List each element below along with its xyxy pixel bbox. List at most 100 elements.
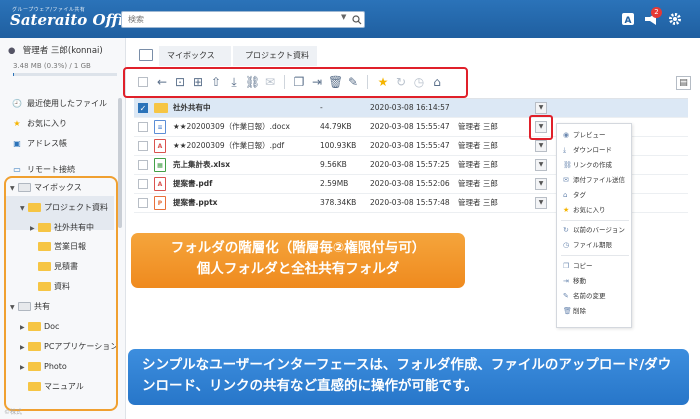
file-date: 2020-03-08 15:52:06 xyxy=(370,179,450,188)
file-name[interactable]: 提案書.pptx xyxy=(173,194,218,212)
user-icon: ● xyxy=(8,46,16,56)
file-name[interactable]: 提案書.pdf xyxy=(173,175,212,193)
powerpoint-file-icon: P xyxy=(154,196,166,210)
new-folder-icon[interactable]: ⊡ xyxy=(173,74,187,90)
row-menu-button[interactable]: ▼ xyxy=(535,197,547,209)
select-all-checkbox[interactable] xyxy=(138,77,148,87)
menu-item-preview[interactable]: ◉ プレビュー xyxy=(563,129,606,141)
contacts-icon[interactable]: A xyxy=(620,12,636,28)
row-menu-button[interactable]: ▼ xyxy=(535,159,547,171)
folder-hierarchy-callout: フォルダの階層化（階層毎②権限付与可） 個人フォルダと全社共有フォルダ xyxy=(131,233,465,288)
callout-text: シンプルなユーザーインターフェースは、フォルダ作成、ファイルのアップロード/ダウ… xyxy=(142,357,672,394)
file-size: 9.56KB xyxy=(320,160,347,169)
breadcrumb-item[interactable]: マイボックス xyxy=(159,46,231,66)
file-name[interactable]: ★★20200309（作業日報）.docx xyxy=(173,118,290,136)
search-dropdown-icon[interactable]: ▼ xyxy=(341,13,346,21)
tag-icon[interactable]: ⌂ xyxy=(430,74,444,90)
menu-item-expiry[interactable]: ◷ ファイル期限 xyxy=(563,239,612,251)
menu-item-label: プレビュー xyxy=(573,131,606,139)
file-date: 2020-03-08 15:57:48 xyxy=(370,198,450,207)
folder-icon xyxy=(154,103,168,113)
menu-item-move[interactable]: ⇥ 移動 xyxy=(563,275,586,287)
notification-badge: 2 xyxy=(651,7,662,18)
table-row[interactable]: ✓ 社外共有中 - 2020-03-08 16:14:57 ▼ xyxy=(134,99,688,118)
file-name[interactable]: ★★20200309（作業日報）.pdf xyxy=(173,137,284,155)
menu-item-label: コピー xyxy=(573,262,593,270)
file-name[interactable]: 売上集計表.xlsx xyxy=(173,156,230,174)
menu-button-highlight xyxy=(529,115,553,140)
toolbar-divider xyxy=(284,75,285,89)
file-name[interactable]: 社外共有中 xyxy=(173,99,211,117)
clock-icon: ◷ xyxy=(563,241,570,249)
star-icon[interactable]: ★ xyxy=(376,74,390,90)
star-icon: ★ xyxy=(13,119,21,128)
menu-item-download[interactable]: ⤓ ダウンロード xyxy=(563,144,612,156)
copy-icon: ❐ xyxy=(563,262,570,270)
callout-line-2: 個人フォルダと全社共有フォルダ xyxy=(196,261,400,277)
sidebar-item-label: 最近使用したファイル xyxy=(27,99,107,108)
menu-item-copy[interactable]: ❐ コピー xyxy=(563,260,593,272)
row-menu-button[interactable]: ▼ xyxy=(535,102,547,114)
menu-item-rename[interactable]: ✎ 名前の変更 xyxy=(563,290,606,302)
back-arrow-icon[interactable]: ← xyxy=(155,74,169,90)
file-size: - xyxy=(320,103,323,112)
footer-copyright: ©株式 xyxy=(4,409,23,416)
menu-item-tag[interactable]: ⌂ タグ xyxy=(563,189,586,201)
menu-item-favorite[interactable]: ★ お気に入り xyxy=(563,204,606,216)
view-toggle-button[interactable]: ▤ xyxy=(676,76,691,90)
star-icon: ★ xyxy=(563,206,570,214)
row-checkbox[interactable] xyxy=(138,160,148,170)
menu-divider xyxy=(561,255,629,256)
user-info[interactable]: ● 管理者 三郎(konnai) xyxy=(8,44,103,56)
storage-usage: 3.48 MB (0.3%) / 1 GB xyxy=(13,62,91,70)
menu-item-label: お気に入り xyxy=(573,206,606,214)
row-checkbox[interactable]: ✓ xyxy=(138,103,148,113)
refresh-icon[interactable]: ↻ xyxy=(394,74,408,90)
excel-file-icon: ▦ xyxy=(154,158,166,172)
upload-icon[interactable]: ⇧ xyxy=(209,74,223,90)
copy-icon[interactable]: ❐ xyxy=(292,74,306,90)
sidebar-item-recent[interactable]: 🕘 最近使用したファイル xyxy=(10,96,107,112)
breadcrumb-item[interactable]: プロジェクト資料 xyxy=(233,46,317,66)
file-owner: 管理者 三郎 xyxy=(458,141,498,150)
gear-icon[interactable] xyxy=(667,12,683,28)
file-owner: 管理者 三郎 xyxy=(458,198,498,207)
row-checkbox[interactable] xyxy=(138,179,148,189)
search-icon[interactable] xyxy=(352,12,364,27)
menu-item-delete[interactable]: 🗑削除 xyxy=(563,305,586,317)
row-checkbox[interactable] xyxy=(138,122,148,132)
pdf-file-icon: A xyxy=(154,139,166,153)
menu-item-label: タグ xyxy=(573,191,586,199)
row-checkbox[interactable] xyxy=(138,141,148,151)
search-box[interactable] xyxy=(121,11,365,28)
menu-item-label: 名前の変更 xyxy=(573,292,606,300)
menu-item-label: 移動 xyxy=(573,277,586,285)
file-owner: 管理者 三郎 xyxy=(458,179,498,188)
history-icon[interactable]: ◷ xyxy=(412,74,426,90)
sidebar-item-favorites[interactable]: ★ お気に入り xyxy=(10,116,67,132)
menu-item-send-attachment[interactable]: ✉ 添付ファイル送信 xyxy=(563,174,625,186)
file-date: 2020-03-08 15:55:47 xyxy=(370,122,450,131)
word-file-icon: ≡ xyxy=(154,120,166,134)
sidebar-item-address-book[interactable]: ▣ アドレス帳 xyxy=(10,136,67,152)
menu-item-create-link[interactable]: ⛓リンクの作成 xyxy=(563,159,612,171)
link-icon[interactable]: ⛓ xyxy=(245,74,260,90)
eye-icon: ◉ xyxy=(563,131,570,139)
move-icon[interactable]: ⇥ xyxy=(310,74,324,90)
trash-icon[interactable]: 🗑 xyxy=(328,74,343,90)
rename-icon[interactable]: ✎ xyxy=(346,74,360,90)
search-input[interactable] xyxy=(122,12,337,27)
row-menu-button[interactable]: ▼ xyxy=(535,178,547,190)
menu-item-label: 添付ファイル送信 xyxy=(573,176,625,184)
row-menu-button[interactable]: ▼ xyxy=(535,140,547,152)
file-size: 44.79KB xyxy=(320,122,352,131)
download-icon[interactable]: ⤓ xyxy=(227,74,241,90)
row-checkbox[interactable] xyxy=(138,198,148,208)
mail-icon[interactable]: ✉ xyxy=(263,74,277,90)
sidebar-item-label: リモート接続 xyxy=(27,165,75,174)
new-file-icon[interactable]: ⊞ xyxy=(191,74,205,90)
sidebar-scrollbar[interactable] xyxy=(118,98,122,228)
menu-item-label: ダウンロード xyxy=(573,146,612,154)
menu-item-versions[interactable]: ↻ 以前のバージョン xyxy=(563,224,625,236)
trash-icon: 🗑 xyxy=(563,307,572,315)
